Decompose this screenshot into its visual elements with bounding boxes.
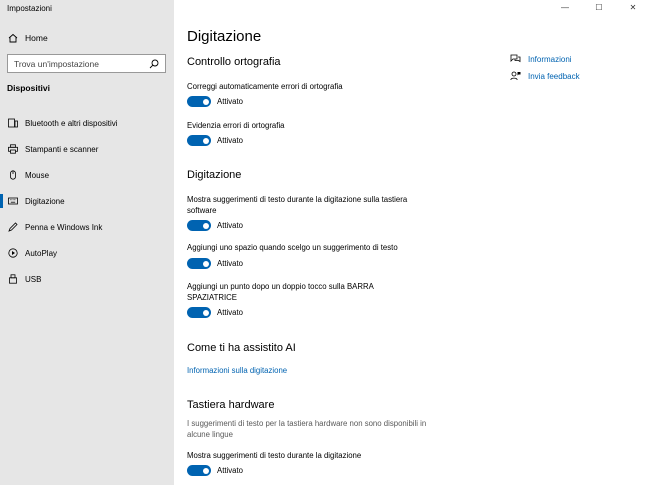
toggle-state: Attivato — [217, 97, 244, 106]
sidebar-item-pen[interactable]: Penna e Windows Ink — [0, 214, 174, 240]
sidebar-item-typing[interactable]: Digitazione — [0, 188, 174, 214]
search-box[interactable] — [7, 54, 166, 73]
sidebar-item-label: Bluetooth e altri dispositivi — [25, 118, 118, 128]
pen-icon — [8, 222, 18, 232]
toggle-switch[interactable] — [187, 258, 211, 269]
hardware-keyboard-heading: Tastiera hardware — [187, 399, 275, 411]
sidebar-item-label: Stampanti e scanner — [25, 144, 99, 154]
sidebar-item-mouse[interactable]: Mouse — [0, 162, 174, 188]
close-button[interactable]: ✕ — [616, 0, 650, 14]
chat-help-icon — [510, 54, 521, 63]
double-space-period-label: Aggiungi un punto dopo un doppio tocco s… — [187, 282, 374, 302]
toggle-state: Attivato — [217, 466, 244, 475]
sidebar-item-autoplay[interactable]: AutoPlay — [0, 240, 174, 266]
app-title: Impostazioni — [7, 4, 52, 13]
toggle-state: Attivato — [217, 136, 244, 145]
typing-heading: Digitazione — [187, 169, 242, 181]
typing-info-link[interactable]: Informazioni sulla digitazione — [187, 366, 287, 375]
section-label: Dispositivi — [7, 83, 50, 93]
toggle-state: Attivato — [217, 259, 244, 268]
hardware-suggestions-label: Mostra suggerimenti di testo durante la … — [187, 451, 362, 460]
printer-icon — [8, 144, 18, 154]
sidebar-item-label: AutoPlay — [25, 248, 58, 258]
page-title: Digitazione — [187, 28, 262, 45]
autocorrect-label: Correggi automaticamente errori di ortog… — [187, 82, 343, 91]
minimize-button[interactable]: — — [548, 0, 582, 14]
sidebar-nav: Bluetooth e altri dispositivi Stampanti … — [0, 110, 174, 292]
sidebar-item-label: Digitazione — [25, 196, 65, 206]
toggle-switch[interactable] — [187, 465, 211, 476]
toggle-state: Attivato — [217, 221, 244, 230]
home-label: Home — [25, 33, 48, 43]
sidebar-item-bluetooth[interactable]: Bluetooth e altri dispositivi — [0, 110, 174, 136]
autocorrect-toggle[interactable]: Attivato — [187, 96, 243, 107]
window-controls: — ☐ ✕ — [548, 0, 650, 14]
info-link[interactable]: Informazioni — [510, 54, 572, 64]
usb-icon — [9, 274, 17, 284]
autoplay-icon — [8, 248, 18, 258]
add-space-label: Aggiungi uno spazio quando scelgo un sug… — [187, 243, 398, 252]
bluetooth-devices-icon — [8, 118, 18, 128]
home-icon — [8, 33, 18, 43]
sidebar-item-usb[interactable]: USB — [0, 266, 174, 292]
sidebar-item-label: USB — [25, 274, 42, 284]
feedback-link[interactable]: Invia feedback — [510, 71, 580, 81]
sidebar: Impostazioni Home Dispositivi Bluetooth … — [0, 0, 174, 485]
toggle-state: Attivato — [217, 308, 244, 317]
search-input[interactable] — [14, 58, 144, 69]
spell-check-heading: Controllo ortografia — [187, 56, 281, 68]
hardware-description: I suggerimenti di testo per la tastiera … — [187, 419, 427, 439]
add-space-toggle[interactable]: Attivato — [187, 258, 243, 269]
sidebar-item-label: Mouse — [25, 170, 50, 180]
toggle-switch[interactable] — [187, 135, 211, 146]
feedback-link-label: Invia feedback — [528, 71, 580, 81]
software-suggestions-label: Mostra suggerimenti di testo durante la … — [187, 195, 408, 215]
highlight-errors-toggle[interactable]: Attivato — [187, 135, 243, 146]
keyboard-icon — [8, 197, 18, 205]
info-link-label: Informazioni — [528, 54, 572, 64]
sidebar-item-printers[interactable]: Stampanti e scanner — [0, 136, 174, 162]
mouse-icon — [10, 170, 16, 180]
home-nav-item[interactable]: Home — [0, 28, 174, 48]
highlight-errors-label: Evidenzia errori di ortografia — [187, 121, 285, 130]
software-suggestions-toggle[interactable]: Attivato — [187, 220, 243, 231]
search-icon[interactable] — [149, 59, 159, 69]
feedback-person-icon — [510, 71, 521, 81]
hardware-suggestions-toggle[interactable]: Attivato — [187, 465, 243, 476]
ai-heading: Come ti ha assistito AI — [187, 342, 296, 354]
toggle-switch[interactable] — [187, 96, 211, 107]
toggle-switch[interactable] — [187, 220, 211, 231]
double-space-period-toggle[interactable]: Attivato — [187, 307, 243, 318]
toggle-switch[interactable] — [187, 307, 211, 318]
sidebar-item-label: Penna e Windows Ink — [25, 222, 103, 232]
maximize-button[interactable]: ☐ — [582, 0, 616, 14]
